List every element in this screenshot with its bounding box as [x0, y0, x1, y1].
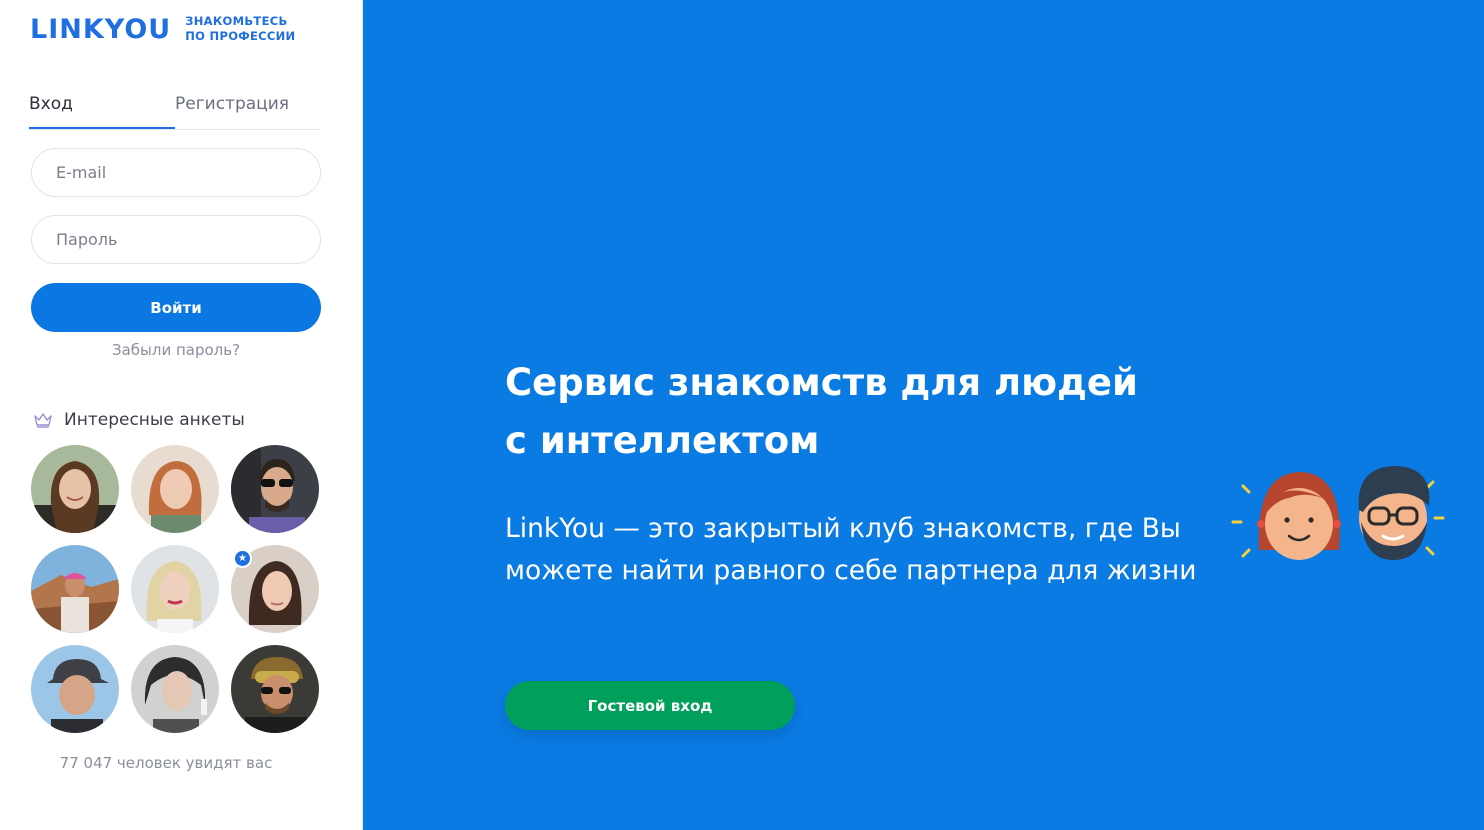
profile-avatar[interactable] [131, 545, 219, 633]
interesting-profiles-header: Интересные анкеты [33, 410, 245, 430]
tab-login[interactable]: Вход [29, 90, 175, 129]
profile-avatar[interactable] [31, 545, 119, 633]
profile-photo [31, 445, 119, 533]
email-field-wrapper [31, 148, 321, 197]
tab-register[interactable]: Регистрация [175, 90, 321, 129]
profile-avatar[interactable] [31, 445, 119, 533]
logo-tagline-line2: ПО ПРОФЕССИИ [185, 29, 296, 43]
hero-title-line2: с интеллектом [505, 419, 820, 462]
crown-icon [34, 413, 52, 428]
profile-avatar[interactable] [231, 645, 319, 733]
forgot-password-link[interactable]: Забыли пароль? [31, 341, 321, 359]
logo-tagline: ЗНАКОМЬТЕСЬ ПО ПРОФЕССИИ [185, 14, 295, 44]
couple-illustration-icon [1231, 466, 1445, 560]
auth-tabs: Вход Регистрация [29, 90, 321, 130]
email-input[interactable] [32, 149, 320, 196]
profile-photo [231, 445, 319, 533]
hero-description: LinkYou — это закрытый клуб знакомств, г… [505, 513, 1197, 586]
profile-photo [31, 545, 119, 633]
hero-section: Сервис знакомств для людей с интеллектом… [363, 0, 1484, 830]
profile-photo [131, 645, 219, 733]
hero-title-line1: Сервис знакомств для людей [505, 361, 1138, 404]
viewers-count-text: 77 047 человек увидят вас [59, 754, 273, 772]
profile-avatar[interactable] [131, 645, 219, 733]
password-field-wrapper [31, 215, 321, 264]
profile-photo [131, 545, 219, 633]
profile-photo [31, 645, 119, 733]
profile-photo [131, 445, 219, 533]
profile-avatar[interactable] [31, 645, 119, 733]
hero-title: Сервис знакомств для людей с интеллектом [505, 354, 1185, 470]
interesting-profiles-label: Интересные анкеты [64, 410, 245, 430]
sidebar: LINKYOU ЗНАКОМЬТЕСЬ ПО ПРОФЕССИИ Вход Ре… [0, 0, 363, 830]
logo-wordmark: LINKYOU [30, 13, 172, 45]
login-button[interactable]: Войти [31, 283, 321, 332]
logo[interactable]: LINKYOU ЗНАКОМЬТЕСЬ ПО ПРОФЕССИИ [30, 14, 295, 44]
password-input[interactable] [32, 216, 320, 263]
featured-star-icon: ★ [233, 549, 252, 568]
profile-avatar[interactable] [131, 445, 219, 533]
profile-avatar[interactable] [231, 445, 319, 533]
profile-photo [231, 645, 319, 733]
guest-login-button[interactable]: Гостевой вход [505, 681, 795, 730]
logo-tagline-line1: ЗНАКОМЬТЕСЬ [185, 14, 288, 28]
